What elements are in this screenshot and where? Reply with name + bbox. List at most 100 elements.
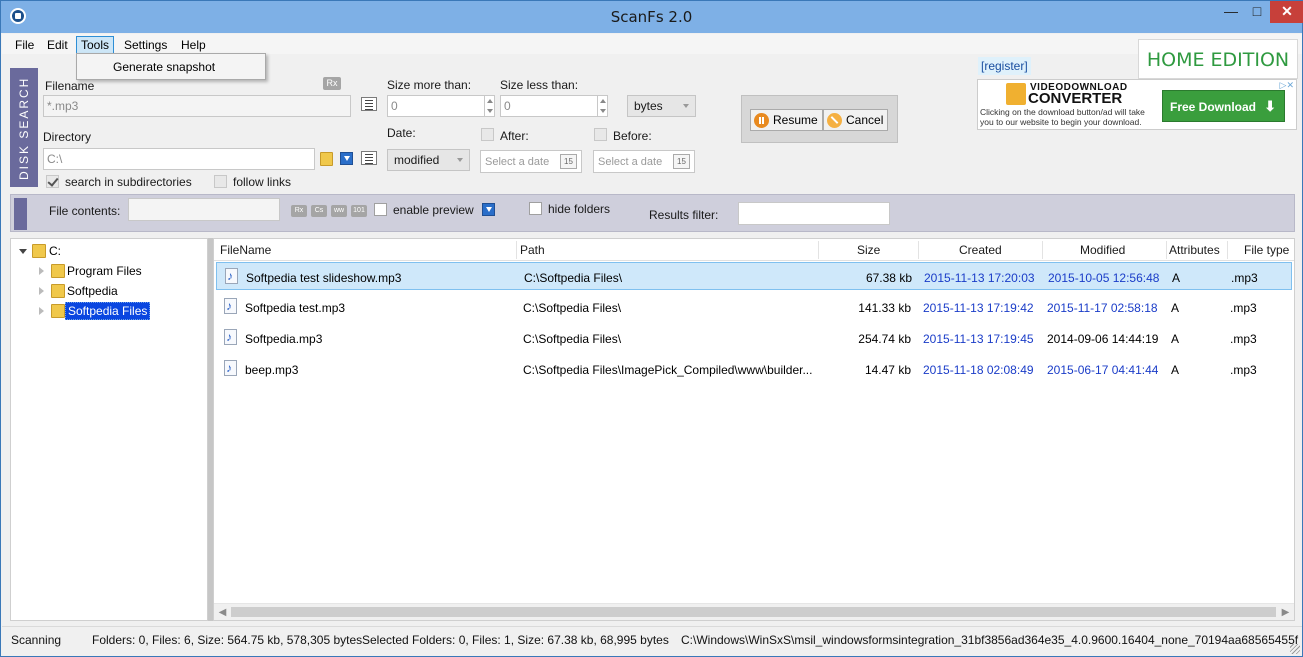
column-filename[interactable]: FileName [220,243,271,257]
before-checkbox[interactable] [594,128,607,141]
column-file-type[interactable]: File type [1244,243,1289,257]
size-less-input[interactable]: 0 [500,95,608,117]
size-more-label: Size more than: [387,78,472,92]
collapse-arrow-icon[interactable] [19,249,27,254]
ad-banner[interactable]: VIDEODOWNLOAD CONVERTER Clicking on the … [977,79,1297,130]
contents-binary-button[interactable]: 101 [351,205,367,217]
column-divider[interactable] [516,241,517,259]
expand-arrow-icon[interactable] [39,307,44,315]
menu-settings[interactable]: Settings [119,36,172,54]
cell-filename: Softpedia test slideshow.mp3 [246,271,402,285]
menu-edit[interactable]: Edit [42,36,73,54]
cancel-button[interactable]: Cancel [823,109,889,131]
generate-snapshot-menu-item[interactable]: Generate snapshot [113,60,215,74]
table-row[interactable]: Softpedia.mp3 C:\Softpedia Files\ 254.74… [216,324,1292,352]
column-attributes[interactable]: Attributes [1169,243,1220,257]
menu-help[interactable]: Help [176,36,211,54]
ad-choices-icon[interactable]: ▷✕ [1280,80,1294,91]
directory-history-icon[interactable] [361,151,377,165]
size-unit-value: bytes [634,99,663,113]
cell-filename: Softpedia.mp3 [245,332,323,346]
column-size[interactable]: Size [857,243,880,257]
resume-button[interactable]: Resume [750,109,823,131]
column-path[interactable]: Path [520,243,545,257]
follow-links-checkbox[interactable] [214,175,227,188]
filename-label: Filename [45,79,95,93]
size-less-spinner[interactable] [597,95,607,117]
column-divider[interactable] [818,241,819,259]
hide-folders-label: hide folders [548,202,611,216]
filename-input[interactable]: *.mp3 [43,95,351,117]
close-button[interactable]: ✕ [1270,1,1303,23]
cell-path: C:\Softpedia Files\ [524,271,623,285]
search-subdirectories-checkbox[interactable] [46,175,59,188]
scrollbar-thumb[interactable] [231,607,1276,617]
hide-folders-checkbox[interactable] [529,202,542,215]
directory-dropdown-icon[interactable] [340,152,353,165]
cell-file-type: .mp3 [1230,363,1257,377]
scroll-right-icon[interactable]: ▶ [1277,604,1294,621]
cell-file-type: .mp3 [1230,301,1257,315]
regex-toggle-button[interactable]: Rx [323,77,341,90]
menu-file[interactable]: File [10,36,39,54]
contents-tab[interactable] [14,198,27,230]
column-created[interactable]: Created [959,243,1002,257]
file-contents-input[interactable] [128,198,280,221]
status-current-path: C:\Windows\WinSxS\msil_windowsformsinteg… [681,633,1299,647]
after-checkbox[interactable] [481,128,494,141]
cell-created: 2015-11-13 17:19:45 [923,332,1034,346]
table-row[interactable]: Softpedia test slideshow.mp3 C:\Softpedi… [216,262,1292,290]
expand-arrow-icon[interactable] [39,287,44,295]
directory-input[interactable]: C:\ [43,148,315,170]
menu-tools[interactable]: Tools [76,36,115,54]
resize-grip-icon[interactable] [1290,644,1300,654]
table-row[interactable]: beep.mp3 C:\Softpedia Files\ImagePick_Co… [216,355,1292,383]
column-divider[interactable] [1227,241,1228,259]
filename-history-icon[interactable] [361,97,377,111]
contents-wholeword-button[interactable]: ww [331,205,347,217]
cell-modified: 2014-09-06 14:44:19 [1047,332,1159,346]
column-divider[interactable] [1042,241,1043,259]
minimize-button[interactable]: — [1218,1,1244,23]
date-label: Date: [387,126,416,140]
maximize-button[interactable]: □ [1244,1,1270,23]
tree-node-label[interactable]: C: [47,243,63,259]
cell-attributes: A [1172,271,1181,285]
contents-case-button[interactable]: Cs [311,205,327,217]
tree-node-label[interactable]: Program Files [65,263,144,279]
size-unit-select[interactable]: bytes [627,95,696,117]
tree-node-label[interactable]: Softpedia [65,283,120,299]
register-link[interactable]: [register] [978,57,1031,75]
size-more-spinner[interactable] [484,95,494,117]
browse-folder-icon[interactable] [320,152,333,166]
ad-download-button[interactable]: Free Download [1162,90,1285,122]
cell-file-type: .mp3 [1231,271,1258,285]
date-mode-value: modified [394,153,440,167]
enable-preview-checkbox[interactable] [374,203,387,216]
cell-size: 14.47 kb [864,363,911,377]
calendar-icon[interactable]: 15 [673,154,690,169]
results-filter-input[interactable] [738,202,890,225]
size-more-input[interactable]: 0 [387,95,495,117]
tree-node-label[interactable]: Softpedia Files [65,302,151,320]
preview-dropdown-icon[interactable] [482,203,495,216]
date-mode-select[interactable]: modified [387,149,470,171]
expand-arrow-icon[interactable] [39,267,44,275]
download-logo-icon [1006,83,1026,105]
cell-path: C:\Softpedia Files\ [523,301,622,315]
column-divider[interactable] [918,241,919,259]
pause-icon [754,113,769,128]
column-divider[interactable] [1166,241,1167,259]
column-modified[interactable]: Modified [1080,243,1125,257]
contents-regex-button[interactable]: Rx [291,205,307,217]
disk-search-tab[interactable]: DISK SEARCH [10,68,38,187]
after-date-input[interactable]: Select a date 15 [480,150,582,173]
horizontal-scrollbar[interactable]: ◀ ▶ [214,603,1294,620]
scroll-left-icon[interactable]: ◀ [214,604,231,621]
cell-modified: 2015-06-17 04:41:44 [1047,363,1159,377]
table-row[interactable]: Softpedia test.mp3 C:\Softpedia Files\ 1… [216,293,1292,321]
before-date-input[interactable]: Select a date 15 [593,150,695,173]
chevron-down-icon [683,104,689,108]
audio-file-icon [224,360,237,376]
calendar-icon[interactable]: 15 [560,154,577,169]
